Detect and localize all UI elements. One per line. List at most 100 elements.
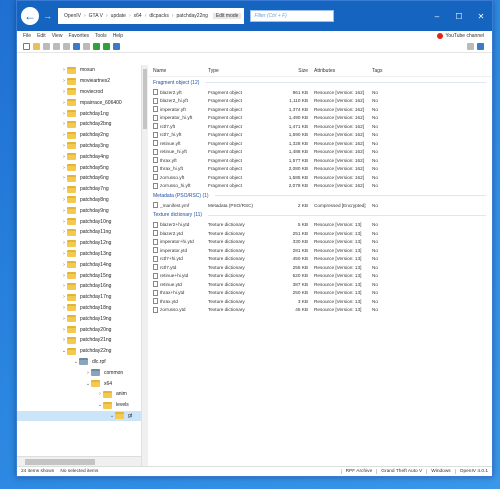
file-row[interactable]: zorrusso.ytd Texture dictionary 45 KB Resou… [148,306,492,315]
crumb-openiv[interactable]: OpenIV [61,13,84,19]
menu-help[interactable]: Help [113,33,123,39]
tree-item[interactable]: › patchday8ng [17,195,141,206]
tree-item[interactable]: › patchday6ng [17,173,141,184]
tree-item[interactable]: › patchday20ng [17,324,141,335]
tree-item[interactable]: › patchday11ng [17,227,141,238]
view-mode-icon[interactable] [467,43,474,50]
file-row[interactable]: retinue+hi.ytd Texture dictionary 520 KB Re… [148,272,492,281]
crumb-gtav[interactable]: GTA V [86,13,106,19]
file-row[interactable]: imperator_hi.yft Fragment object 1,490 KB R… [148,114,492,123]
file-row[interactable]: thrax_hi.yft Fragment object 2,080 KB Resou… [148,165,492,174]
crumb-update[interactable]: update [108,13,129,19]
close-icon[interactable]: ✕ [470,12,492,21]
file-row[interactable]: rctl7.ytd Texture dictionary 255 KB Resourc… [148,263,492,272]
file-row[interactable]: retinue_hi.yft Fragment object 1,488 KB Res… [148,148,492,157]
column-name[interactable]: Name [148,68,208,74]
crumb-x64[interactable]: x64 [131,13,145,19]
filter-input[interactable]: Filter (Ctrl + F) [250,10,335,22]
tree-item[interactable]: › patchday4ng [17,151,141,162]
paste-icon[interactable] [63,43,70,50]
file-row[interactable]: imperator+hi.ytd Texture dictionary 330 KB… [148,238,492,247]
column-tags[interactable]: Tags [372,68,402,74]
column-type[interactable]: Type [208,68,284,74]
minimize-icon[interactable]: – [426,12,448,21]
tree-item[interactable]: › moviecrod [17,87,141,98]
crumb-patchday22ng[interactable]: patchday22ng [174,13,211,19]
file-row[interactable]: blazer2.ytd Texture dictionary 251 KB Resou… [148,229,492,238]
tree-item[interactable]: ⌄ gt [17,410,141,422]
tree-item[interactable]: › mpairrace_606400 [17,97,141,108]
scrollbar-thumb[interactable] [143,69,147,129]
tree-item[interactable]: › patchday13ng [17,249,141,260]
tree-item[interactable]: ⌄ patchday22ng [17,346,141,357]
group-header[interactable]: Metadata (PSO/RSC) (1) [148,190,492,201]
file-row[interactable]: retinue.yft Fragment object 1,328 KB Resour… [148,139,492,148]
file-row[interactable]: _manifest.ymf Metadata (PSO/RSC) 2 KB Compr… [148,201,492,210]
tree-item[interactable]: › patchday19ng [17,313,141,324]
back-arrow-icon[interactable]: ← [21,7,39,25]
youtube-link[interactable]: YouTube channel [437,33,484,39]
tree-item[interactable]: › patchday1ng [17,108,141,119]
tree-item[interactable]: › patchday10ng [17,216,141,227]
cut-icon[interactable] [43,43,50,50]
file-row[interactable]: thrax.ytd Texture dictionary 3 KB Resource … [148,297,492,306]
tree-item[interactable]: › mosun [17,65,141,76]
group-header[interactable]: Fragment object (12) [148,77,492,88]
copy-icon[interactable] [53,43,60,50]
tree-item[interactable]: › patchday5ng [17,162,141,173]
tree-item[interactable]: › patchday9ng [17,205,141,216]
tree-item[interactable]: › movieartnes2 [17,76,141,87]
tree-item[interactable]: ⌄ dlc.rpf [17,357,141,368]
tree-item[interactable]: › patchday14ng [17,259,141,270]
tree-item[interactable]: › patchday16ng [17,281,141,292]
column-attributes[interactable]: Attributes [314,68,372,74]
new-folder-icon[interactable] [33,43,40,50]
tree-item[interactable]: › common [17,367,141,378]
new-file-icon[interactable] [23,43,30,50]
export-icon[interactable] [93,43,100,50]
tree-item[interactable]: › anim [17,389,141,400]
forward-arrow-icon[interactable]: → [43,11,52,21]
import-icon[interactable] [103,43,110,50]
tree-item[interactable]: › patchday21ng [17,335,141,346]
tree-item[interactable]: › patchday2ng [17,130,141,141]
file-row[interactable]: imperator.yft Fragment object 1,374 KB Reso… [148,105,492,114]
file-row[interactable]: zorrusso.yft Fragment object 1,585 KB Resou… [148,173,492,182]
menu-edit[interactable]: Edit [37,33,46,39]
file-row[interactable]: blazer2+hi.ytd Texture dictionary 5 KB Reso… [148,221,492,230]
file-row[interactable]: rctl7+hi.ytd Texture dictionary 450 KB Reso… [148,255,492,264]
delete-icon[interactable] [83,43,90,50]
column-size[interactable]: Size [284,68,314,74]
tree-item[interactable]: › patchday2bng [17,119,141,130]
tree-item[interactable]: › patchday15ng [17,270,141,281]
tree-item[interactable]: › patchday3ng [17,141,141,152]
tree-item[interactable]: › patchday18ng [17,303,141,314]
menu-file[interactable]: File [23,33,31,39]
crumb-dlcpacks[interactable]: dlcpacks [146,13,171,19]
file-row[interactable]: blazer2.yft Fragment object 961 KB Resource… [148,88,492,97]
scrollbar-thumb[interactable] [25,459,95,465]
replace-icon[interactable] [73,43,80,50]
menu-view[interactable]: View [52,33,63,39]
tree-item[interactable]: › patchday7ng [17,184,141,195]
maximize-icon[interactable]: ☐ [448,12,470,21]
file-row[interactable]: retinue.ytd Texture dictionary 387 KB Resou… [148,280,492,289]
file-row[interactable]: imperator.ytd Texture dictionary 281 KB Res… [148,246,492,255]
menu-favorites[interactable]: Favorites [68,33,89,39]
search-icon[interactable] [113,43,120,50]
file-row[interactable]: blazer2_hi.yft Fragment object 1,110 KB Res… [148,97,492,106]
edit-mode-button[interactable]: Edit mode [212,13,242,19]
file-row[interactable]: rctl7_hi.yft Fragment object 1,590 KB Resou… [148,131,492,140]
group-header[interactable]: Texture dictionary (11) [148,210,492,221]
tree-item[interactable]: ⌄ x64 [17,378,141,389]
file-row[interactable]: zorrusso_hi.yft Fragment object 2,078 KB Re… [148,182,492,191]
file-row[interactable]: thrax+hi.ytd Texture dictionary 250 KB Reso… [148,289,492,298]
details-pane-icon[interactable] [477,43,484,50]
tree-item[interactable]: ⌄ levels [17,400,141,411]
menu-tools[interactable]: Tools [95,33,107,39]
tree-horizontal-scrollbar[interactable] [17,456,141,466]
file-row[interactable]: rctl7.yft Fragment object 1,471 KB Resource… [148,122,492,131]
tree-item[interactable]: › patchday12ng [17,238,141,249]
file-row[interactable]: thrax.yft Fragment object 1,577 KB Resource… [148,156,492,165]
tree-item[interactable]: › patchday17ng [17,292,141,303]
